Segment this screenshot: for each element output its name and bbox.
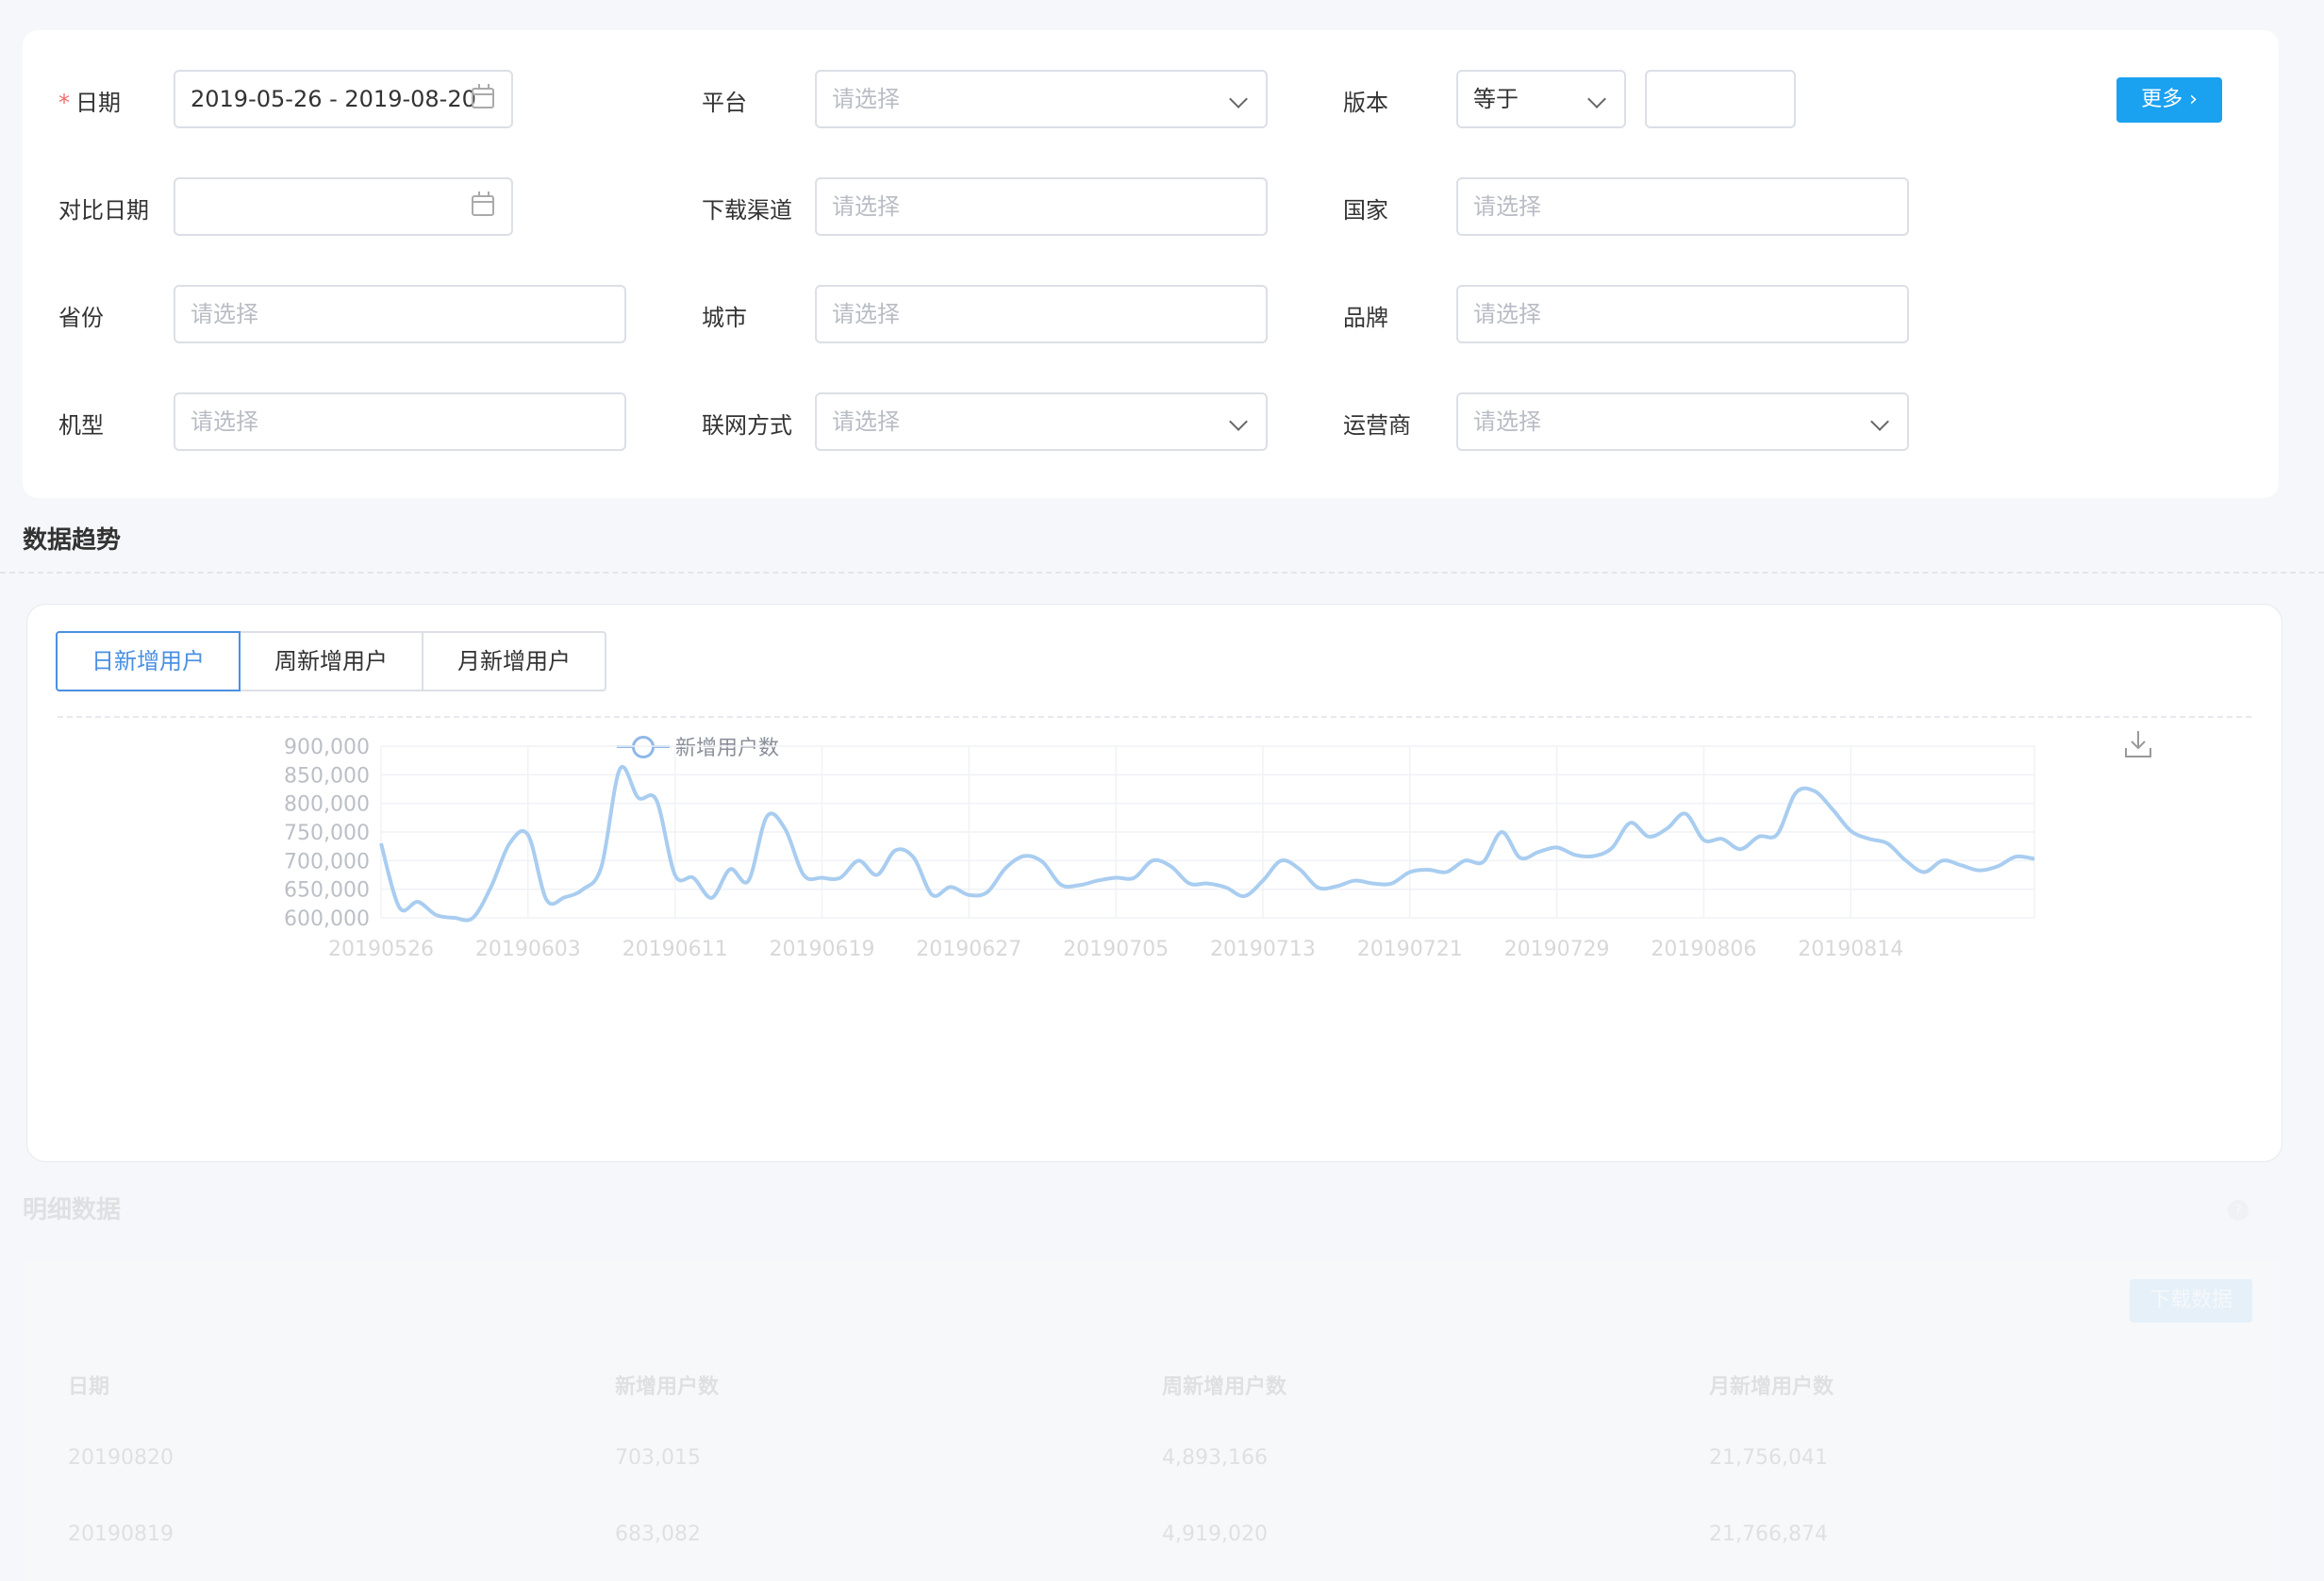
channel-label: 下载渠道 bbox=[702, 197, 792, 224]
table-row: 20190819 683,082 4,919,020 21,766,874 bbox=[57, 1498, 2249, 1574]
x-tick-label: 20190721 bbox=[1357, 938, 1463, 961]
y-tick-label: 850,000 bbox=[284, 764, 370, 788]
header-monthly-new-users[interactable]: 月新增用户数 bbox=[1709, 1370, 1834, 1400]
calendar-icon bbox=[472, 84, 494, 108]
y-tick-label: 900,000 bbox=[284, 736, 370, 759]
chevron-down-icon bbox=[1229, 412, 1248, 431]
new-users-line-chart: 900,000 850,000 800,000 750,000 700,000 650,0… bbox=[284, 736, 2035, 961]
cell-weekly-new-users: 4,893,166 bbox=[1162, 1446, 1268, 1470]
channel-input[interactable]: 请选择 bbox=[815, 177, 1268, 236]
download-data-button[interactable]: 下载数据 bbox=[2130, 1279, 2252, 1323]
y-tick-label: 800,000 bbox=[284, 793, 370, 817]
table-row: 20190820 703,015 4,893,166 21,756,041 bbox=[57, 1422, 2249, 1498]
y-tick-label: 650,000 bbox=[284, 879, 370, 903]
table-header-row: 日期 新增用户数 周新增用户数 月新增用户数 bbox=[57, 1345, 2249, 1422]
cell-date: 20190820 bbox=[68, 1446, 174, 1470]
chevron-down-icon bbox=[1870, 412, 1889, 431]
version-input[interactable] bbox=[1645, 70, 1796, 128]
x-axis-ticks: 20190526 20190603 20190611 20190619 20190627… bbox=[328, 938, 1903, 961]
city-input[interactable]: 请选择 bbox=[815, 285, 1268, 343]
filter-row-3: 省份 请选择 城市 请选择 品牌 请选择 bbox=[23, 285, 2279, 351]
x-tick-label: 20190611 bbox=[622, 938, 728, 961]
chart-grid bbox=[380, 745, 2035, 919]
platform-select[interactable]: 请选择 bbox=[815, 70, 1268, 128]
section-divider bbox=[0, 572, 2324, 574]
province-label: 省份 bbox=[58, 305, 104, 331]
x-tick-label: 20190627 bbox=[916, 938, 1021, 961]
calendar-icon bbox=[472, 191, 494, 216]
header-date[interactable]: 日期 bbox=[68, 1370, 109, 1400]
trend-section-title: 数据趋势 bbox=[23, 526, 122, 555]
y-axis-ticks: 900,000 850,000 800,000 750,000 700,000 650,0… bbox=[284, 736, 370, 931]
cell-monthly-new-users: 21,756,041 bbox=[1709, 1446, 1828, 1470]
carrier-select[interactable]: 请选择 bbox=[1456, 392, 1909, 451]
date-range-picker[interactable]: 2019-05-26 - 2019-08-20 bbox=[174, 70, 513, 128]
carrier-label: 运营商 bbox=[1343, 412, 1411, 439]
filter-row-4: 机型 请选择 联网方式 请选择 运营商 请选择 bbox=[23, 392, 2279, 458]
version-operator-select[interactable]: 等于 bbox=[1456, 70, 1626, 128]
series-line-new-users bbox=[379, 764, 2035, 923]
filter-panel: * 日期 2019-05-26 - 2019-08-20 平台 请选择 版本 等于… bbox=[23, 30, 2279, 498]
filter-row-1: * 日期 2019-05-26 - 2019-08-20 平台 请选择 版本 等于… bbox=[23, 70, 2279, 136]
country-input[interactable]: 请选择 bbox=[1456, 177, 1909, 236]
tab-weekly-new-users[interactable]: 周新增用户 bbox=[239, 631, 423, 691]
x-tick-label: 20190806 bbox=[1651, 938, 1756, 961]
detail-table: 日期 新增用户数 周新增用户数 月新增用户数 20190820 703,015 … bbox=[57, 1345, 2249, 1574]
city-label: 城市 bbox=[702, 305, 747, 331]
y-tick-label: 600,000 bbox=[284, 907, 370, 931]
chevron-down-icon bbox=[1587, 90, 1606, 108]
platform-placeholder: 请选择 bbox=[832, 86, 900, 112]
detail-card: 下载数据 日期 新增用户数 周新增用户数 月新增用户数 20190820 703… bbox=[23, 1260, 2279, 1581]
compare-date-label: 对比日期 bbox=[58, 197, 149, 224]
cell-monthly-new-users: 21,766,874 bbox=[1709, 1523, 1828, 1546]
x-tick-label: 20190705 bbox=[1063, 938, 1169, 961]
tab-daily-new-users[interactable]: 日新增用户 bbox=[56, 631, 241, 691]
x-tick-label: 20190713 bbox=[1210, 938, 1316, 961]
y-tick-label: 750,000 bbox=[284, 822, 370, 845]
network-select[interactable]: 请选择 bbox=[815, 392, 1268, 451]
header-new-users[interactable]: 新增用户数 bbox=[615, 1370, 719, 1400]
filter-row-2: 对比日期 下载渠道 请选择 国家 请选择 bbox=[23, 177, 2279, 243]
network-label: 联网方式 bbox=[702, 412, 792, 439]
x-tick-label: 20190814 bbox=[1798, 938, 1903, 961]
x-tick-label: 20190603 bbox=[475, 938, 581, 961]
trend-chart-card: 日新增用户 周新增用户 月新增用户 新增用户数 900,000 850,000 80… bbox=[26, 604, 2282, 1162]
model-input[interactable]: 请选择 bbox=[174, 392, 626, 451]
model-label: 机型 bbox=[58, 412, 104, 439]
platform-label: 平台 bbox=[702, 90, 747, 116]
cell-weekly-new-users: 4,919,020 bbox=[1162, 1523, 1268, 1546]
country-label: 国家 bbox=[1343, 197, 1388, 224]
more-button[interactable]: 更多 › bbox=[2116, 77, 2222, 123]
compare-date-picker[interactable] bbox=[174, 177, 513, 236]
trend-tabs: 日新增用户 周新增用户 月新增用户 bbox=[56, 631, 606, 691]
y-tick-label: 700,000 bbox=[284, 850, 370, 874]
help-icon[interactable]: ? bbox=[2228, 1200, 2249, 1221]
header-weekly-new-users[interactable]: 周新增用户数 bbox=[1162, 1370, 1286, 1400]
cell-date: 20190819 bbox=[68, 1523, 174, 1546]
x-tick-label: 20190729 bbox=[1504, 938, 1610, 961]
date-range-value: 2019-05-26 - 2019-08-20 bbox=[191, 86, 476, 112]
required-mark: * bbox=[58, 90, 70, 116]
province-input[interactable]: 请选择 bbox=[174, 285, 626, 343]
cell-new-users: 683,082 bbox=[615, 1523, 701, 1546]
detail-section-title: 明细数据 bbox=[23, 1196, 122, 1224]
version-operator-value: 等于 bbox=[1473, 86, 1519, 112]
x-tick-label: 20190526 bbox=[328, 938, 434, 961]
x-tick-label: 20190619 bbox=[769, 938, 874, 961]
cell-new-users: 703,015 bbox=[615, 1446, 701, 1470]
brand-input[interactable]: 请选择 bbox=[1456, 285, 1909, 343]
version-label: 版本 bbox=[1343, 90, 1388, 116]
tab-monthly-new-users[interactable]: 月新增用户 bbox=[422, 631, 606, 691]
date-label: * 日期 bbox=[58, 90, 121, 116]
brand-label: 品牌 bbox=[1343, 305, 1388, 331]
chevron-down-icon bbox=[1229, 90, 1248, 108]
